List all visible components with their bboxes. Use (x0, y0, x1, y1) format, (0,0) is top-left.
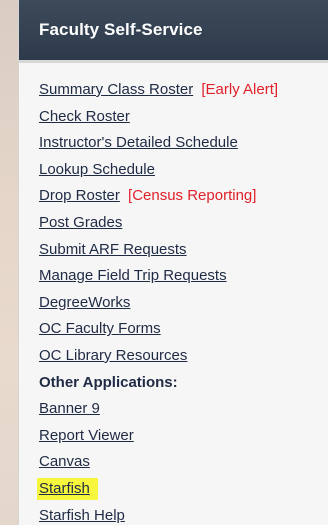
list-item: Summary Class Roster [Early Alert] (39, 77, 328, 104)
list-item: Starfish (39, 476, 328, 503)
oc-library-resources-link[interactable]: OC Library Resources (39, 347, 187, 364)
list-item: Starfish Help (39, 503, 328, 529)
list-item: Post Grades (39, 210, 328, 237)
panel-title: Faculty Self-Service (39, 20, 203, 40)
list-item: DegreeWorks (39, 290, 328, 317)
manage-field-trip-requests-link[interactable]: Manage Field Trip Requests (39, 267, 227, 284)
early-alert-tag: [Early Alert] (201, 81, 278, 98)
oc-faculty-forms-link[interactable]: OC Faculty Forms (39, 320, 161, 337)
list-item: Manage Field Trip Requests (39, 263, 328, 290)
canvas-link[interactable]: Canvas (39, 453, 90, 470)
list-item: Canvas (39, 449, 328, 476)
starfish-link[interactable]: Starfish (39, 480, 90, 497)
submit-arf-requests-link[interactable]: Submit ARF Requests (39, 241, 187, 258)
list-item: Submit ARF Requests (39, 237, 328, 264)
list-item: Instructor's Detailed Schedule (39, 130, 328, 157)
census-reporting-tag: [Census Reporting] (128, 187, 256, 204)
list-item: OC Library Resources (39, 343, 328, 370)
report-viewer-link[interactable]: Report Viewer (39, 427, 134, 444)
list-item: Check Roster (39, 104, 328, 131)
instructors-detailed-schedule-link[interactable]: Instructor's Detailed Schedule (39, 134, 238, 151)
drop-roster-link[interactable]: Drop Roster (39, 187, 120, 204)
list-item: Drop Roster [Census Reporting] (39, 183, 328, 210)
starfish-highlight: Starfish (37, 478, 98, 500)
other-applications-heading: Other Applications: (39, 374, 178, 391)
faculty-self-service-panel: Faculty Self-Service Summary Class Roste… (18, 0, 328, 525)
background-edge (0, 0, 18, 525)
list-item: Report Viewer (39, 423, 328, 450)
degreeworks-link[interactable]: DegreeWorks (39, 294, 130, 311)
panel-header: Faculty Self-Service (19, 0, 328, 63)
post-grades-link[interactable]: Post Grades (39, 214, 122, 231)
list-item: Banner 9 (39, 396, 328, 423)
faculty-link-list: Summary Class Roster [Early Alert] Check… (19, 63, 328, 529)
lookup-schedule-link[interactable]: Lookup Schedule (39, 161, 155, 178)
list-item: Lookup Schedule (39, 157, 328, 184)
starfish-help-link[interactable]: Starfish Help (39, 507, 125, 524)
summary-class-roster-link[interactable]: Summary Class Roster (39, 81, 193, 98)
check-roster-link[interactable]: Check Roster (39, 108, 130, 125)
list-item: Other Applications: (39, 370, 328, 397)
list-item: OC Faculty Forms (39, 316, 328, 343)
banner-9-link[interactable]: Banner 9 (39, 400, 100, 417)
